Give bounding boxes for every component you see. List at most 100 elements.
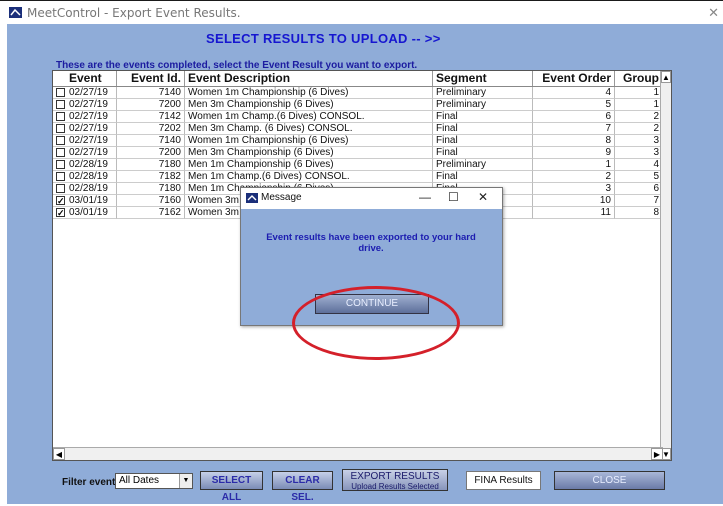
cell-order: 5 — [533, 99, 615, 111]
cell-id: 7162 — [117, 207, 185, 219]
cell-group: 1 — [615, 87, 663, 99]
row-checkbox[interactable] — [56, 136, 65, 145]
cell-order: 1 — [533, 159, 615, 171]
cell-group: 6 — [615, 183, 663, 195]
table-row[interactable]: 02/27/19 7200 Men 3m Championship (6 Dives… — [53, 99, 663, 111]
row-checkbox[interactable] — [56, 148, 65, 157]
table-row[interactable]: 02/27/19 7200 Men 3m Championship (6 Dives… — [53, 147, 663, 159]
annotation-circle — [292, 286, 460, 360]
scroll-up-icon[interactable]: ▲ — [661, 71, 671, 83]
row-checkbox[interactable]: ✓ — [56, 208, 65, 218]
page-title: SELECT RESULTS TO UPLOAD -- >> — [206, 31, 441, 46]
cell-desc: Women 1m Champ.(6 Dives) CONSOL. — [185, 111, 433, 123]
cell-group: 5 — [615, 171, 663, 183]
col-header-description[interactable]: Event Description — [185, 71, 433, 86]
cell-id: 7180 — [117, 159, 185, 171]
cell-segment: Final — [433, 135, 533, 147]
row-checkbox[interactable] — [56, 160, 65, 169]
cell-desc: Men 1m Champ.(6 Dives) CONSOL. — [185, 171, 433, 183]
cell-order: 2 — [533, 171, 615, 183]
cell-id: 7202 — [117, 123, 185, 135]
cell-segment: Preliminary — [433, 159, 533, 171]
export-button-sublabel: Upload Results Selected — [351, 482, 439, 491]
col-header-segment[interactable]: Segment — [433, 71, 533, 86]
row-checkbox[interactable] — [56, 112, 65, 121]
bottom-toolbar: Filter events : All Dates ▼ SELECT ALL C… — [52, 469, 672, 503]
cell-segment: Final — [433, 123, 533, 135]
row-checkbox[interactable] — [56, 88, 65, 97]
cell-id: 7200 — [117, 147, 185, 159]
cell-desc: Men 3m Championship (6 Dives) — [185, 147, 433, 159]
cell-order: 4 — [533, 87, 615, 99]
scroll-left-icon[interactable]: ◀ — [53, 448, 65, 460]
cell-segment: Final — [433, 171, 533, 183]
col-header-event-id[interactable]: Event Id. — [117, 71, 185, 86]
cell-group: 2 — [615, 123, 663, 135]
table-row[interactable]: 02/28/197180Men 1m Championship (6 Dives… — [53, 159, 663, 171]
row-checkbox[interactable] — [56, 124, 65, 133]
cell-order: 7 — [533, 123, 615, 135]
cell-desc: Men 3m Champ. (6 Dives) CONSOL. — [185, 123, 433, 135]
cell-order: 10 — [533, 195, 615, 207]
cell-order: 6 — [533, 111, 615, 123]
table-row[interactable]: 02/28/19 7182 Men 1m Champ.(6 Dives) CONSO… — [53, 171, 663, 183]
row-checkbox[interactable]: ✓ — [56, 196, 65, 206]
dialog-titlebar: Message — ☐ ✕ — [241, 188, 502, 209]
close-icon[interactable]: ✕ — [478, 190, 488, 204]
filter-value: All Dates — [119, 475, 160, 486]
grid-header: Event Event Id. Event Description Segmen… — [53, 71, 663, 87]
cell-desc: Women 1m Championship (6 Dives) — [185, 135, 433, 147]
table-row[interactable]: 02/27/19 7202 Men 3m Champ. (6 Dives) CONS… — [53, 123, 663, 135]
cell-id: 7182 — [117, 171, 185, 183]
maximize-icon[interactable]: ☐ — [448, 190, 459, 204]
fina-results-button[interactable]: FINA Results — [466, 471, 541, 490]
cell-segment: Preliminary — [433, 99, 533, 111]
cell-segment: Final — [433, 111, 533, 123]
dialog-title: Message — [261, 192, 302, 203]
window-close-button[interactable]: ✕ — [708, 5, 719, 21]
app-icon — [9, 7, 22, 18]
table-row[interactable]: 02/27/19 7142 Women 1m Champ.(6 Dives) CON… — [53, 111, 663, 123]
filter-select[interactable]: All Dates ▼ — [115, 473, 193, 489]
table-row[interactable]: 02/27/19 7140 Women 1m Championship (6 Div… — [53, 135, 663, 147]
cell-id: 7140 — [117, 87, 185, 99]
cell-order: 9 — [533, 147, 615, 159]
cell-id: 7200 — [117, 99, 185, 111]
window-title: MeetControl - Export Event Results. — [27, 6, 241, 20]
row-checkbox[interactable] — [56, 172, 65, 181]
export-results-button[interactable]: EXPORT RESULTS Upload Results Selected — [342, 469, 448, 491]
cell-order: 3 — [533, 183, 615, 195]
cell-group: 3 — [615, 135, 663, 147]
cell-id: 7140 — [117, 135, 185, 147]
dialog-message: Event results have been exported to your… — [266, 232, 476, 254]
cell-segment: Final — [433, 147, 533, 159]
export-button-label: EXPORT RESULTS — [350, 471, 440, 482]
scroll-right-icon[interactable]: ▶ — [651, 448, 663, 460]
cell-desc: Men 1m Championship (6 Dives) — [185, 159, 433, 171]
horizontal-scrollbar[interactable]: ◀ ▶ — [53, 447, 663, 460]
close-button[interactable]: CLOSE — [554, 471, 665, 490]
clear-selection-button[interactable]: CLEAR SEL. — [272, 471, 333, 503]
cell-order: 8 — [533, 135, 615, 147]
cell-group: 4 — [615, 159, 663, 171]
row-checkbox[interactable] — [56, 184, 65, 193]
row-checkbox[interactable] — [56, 100, 65, 109]
table-row[interactable]: 02/27/19 7140 Women 1m Championship (6 Div… — [53, 87, 663, 99]
minimize-icon[interactable]: — — [419, 190, 431, 204]
cell-segment: Preliminary — [433, 87, 533, 99]
col-header-event[interactable]: Event — [53, 71, 117, 86]
cell-id: 7180 — [117, 183, 185, 195]
cell-group: 7 — [615, 195, 663, 207]
window-titlebar: MeetControl - Export Event Results. ✕ — [0, 0, 723, 24]
cell-group: 8 — [615, 207, 663, 219]
cell-group: 3 — [615, 147, 663, 159]
select-all-button[interactable]: SELECT ALL — [200, 471, 263, 503]
chevron-down-icon[interactable]: ▼ — [179, 474, 192, 488]
cell-group: 1 — [615, 99, 663, 111]
vertical-scrollbar[interactable]: ▲ ▼ — [660, 71, 671, 460]
cell-id: 7160 — [117, 195, 185, 207]
col-header-group[interactable]: Group — [615, 71, 663, 86]
cell-desc: Men 3m Championship (6 Dives) — [185, 99, 433, 111]
col-header-event-order[interactable]: Event Order — [533, 71, 615, 86]
cell-group: 2 — [615, 111, 663, 123]
